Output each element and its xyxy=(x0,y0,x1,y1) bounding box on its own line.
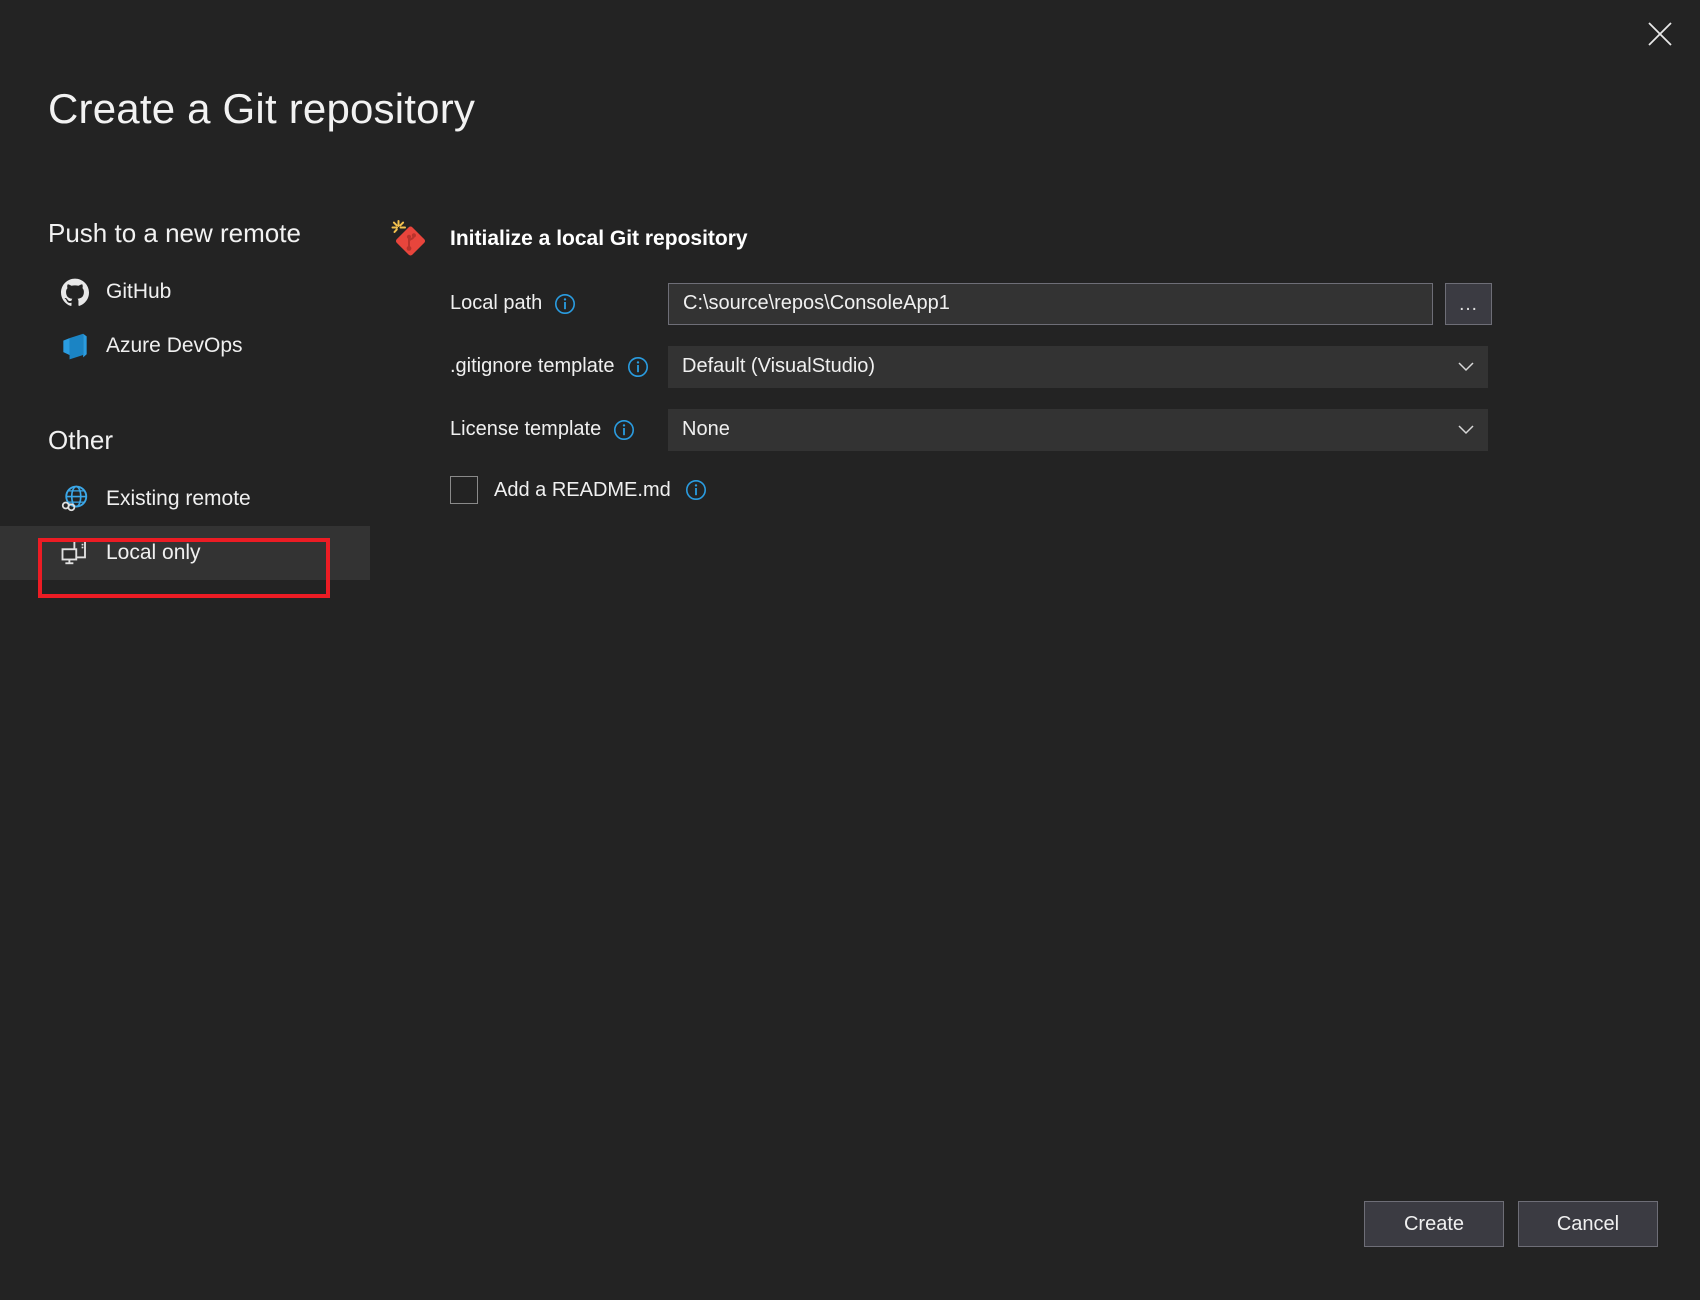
sidebar-item-local-only[interactable]: Local only xyxy=(0,526,370,580)
azure-devops-icon xyxy=(60,331,90,361)
info-icon[interactable] xyxy=(627,356,649,378)
sidebar-item-label: Azure DevOps xyxy=(106,334,243,358)
local-computer-icon xyxy=(60,538,90,568)
sidebar-item-label: GitHub xyxy=(106,280,171,304)
footer-actions: Create Cancel xyxy=(1364,1201,1658,1247)
sidebar-item-label: Local only xyxy=(106,541,201,565)
add-readme-checkbox[interactable] xyxy=(450,476,478,504)
close-button[interactable] xyxy=(1636,12,1684,56)
local-path-row: Local path ... xyxy=(388,281,1660,326)
gitignore-template-label: .gitignore template xyxy=(388,355,668,378)
info-icon[interactable] xyxy=(554,293,576,315)
sidebar-item-github[interactable]: GitHub xyxy=(0,265,370,319)
gitignore-template-row: .gitignore template Default (VisualStudi… xyxy=(388,344,1660,389)
github-icon xyxy=(60,277,90,307)
main-panel: Initialize a local Git repository Local … xyxy=(388,215,1660,510)
local-path-input[interactable] xyxy=(668,283,1433,325)
sidebar-item-azure-devops[interactable]: Azure DevOps xyxy=(0,319,370,373)
close-icon xyxy=(1647,21,1673,47)
git-repository-icon xyxy=(388,218,430,260)
nav-group-title-other: Other xyxy=(0,425,370,456)
info-icon[interactable] xyxy=(613,419,635,441)
page-title: Create a Git repository xyxy=(48,85,475,133)
sidebar-item-label: Existing remote xyxy=(106,487,251,511)
panel-header: Initialize a local Git repository xyxy=(388,215,1660,263)
license-template-value: None xyxy=(668,409,1488,451)
local-path-label: Local path xyxy=(388,292,668,315)
license-template-row: License template None xyxy=(388,407,1660,452)
readme-row: Add a README.md xyxy=(388,470,1660,510)
info-icon[interactable] xyxy=(685,479,707,501)
add-readme-label[interactable]: Add a README.md xyxy=(494,479,671,502)
gitignore-template-value: Default (VisualStudio) xyxy=(668,346,1488,388)
panel-title: Initialize a local Git repository xyxy=(450,227,748,251)
license-template-label: License template xyxy=(388,418,668,441)
globe-remote-icon xyxy=(60,484,90,514)
cancel-button[interactable]: Cancel xyxy=(1518,1201,1658,1247)
gitignore-template-select[interactable]: Default (VisualStudio) xyxy=(668,346,1488,388)
sidebar-item-existing-remote[interactable]: Existing remote xyxy=(0,472,370,526)
license-template-select[interactable]: None xyxy=(668,409,1488,451)
nav-group-title-remote: Push to a new remote xyxy=(0,218,370,249)
sidebar: Push to a new remote GitHub Azure DevOps… xyxy=(0,218,370,580)
create-button[interactable]: Create xyxy=(1364,1201,1504,1247)
browse-button[interactable]: ... xyxy=(1445,283,1492,325)
